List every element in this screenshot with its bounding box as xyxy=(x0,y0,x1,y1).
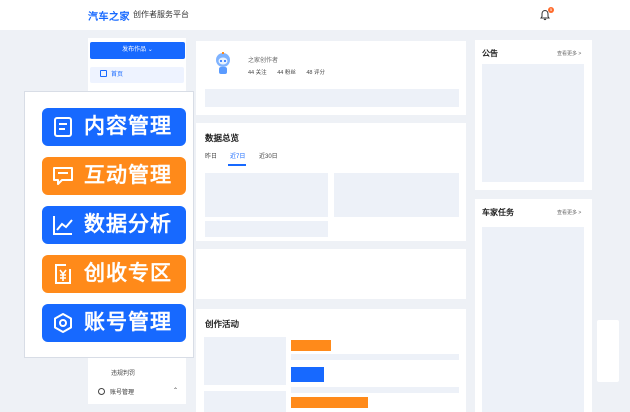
activity-line xyxy=(291,387,459,393)
profile-card: 之家创作者 44 关注 44 粉丝 48 评分 xyxy=(196,41,466,115)
stat-tile[interactable] xyxy=(205,173,328,217)
score-count[interactable]: 48 评分 xyxy=(306,70,325,76)
active-tab-indicator xyxy=(228,164,246,166)
account-icon xyxy=(98,388,105,395)
menu-content-management[interactable]: 内容管理 xyxy=(42,108,186,146)
activity-bar-orange xyxy=(291,397,368,408)
menu-label: 内容管理 xyxy=(84,115,172,138)
menu-interaction-management[interactable]: 互动管理 xyxy=(42,157,186,195)
sidebar-item-violations[interactable]: 违规判罚 xyxy=(111,368,135,377)
avatar[interactable] xyxy=(212,51,234,77)
data-overview-card: 数据总览 昨日 近7日 近30日 xyxy=(196,123,466,241)
menu-label: 创收专区 xyxy=(84,262,172,285)
activity-bar-orange xyxy=(291,340,331,351)
sidebar-item-account[interactable]: 账号管理 ⌃ xyxy=(98,387,178,396)
menu-revenue-zone[interactable]: 创收专区 xyxy=(42,255,186,293)
yuan-icon xyxy=(55,264,71,284)
tab-yesterday[interactable]: 昨日 xyxy=(205,151,217,160)
task-card: 车家任务 查看更多 > xyxy=(475,199,592,412)
sidebar-item-label: 首页 xyxy=(111,72,124,78)
menu-data-analysis[interactable]: 数据分析 xyxy=(42,206,186,244)
sidebar-item-label: 账号管理 xyxy=(110,390,135,396)
chevron-up-icon: ⌃ xyxy=(173,388,179,394)
fans-count[interactable]: 44 粉丝 xyxy=(277,70,296,76)
activity-title: 创作活动 xyxy=(205,319,240,329)
hexagon-settings-icon xyxy=(54,313,72,333)
menu-label: 账号管理 xyxy=(84,311,172,334)
activity-tile[interactable] xyxy=(204,337,286,385)
activity-bar-blue xyxy=(291,367,324,382)
stat-tile[interactable] xyxy=(205,221,328,237)
profile-stats: 44 关注 44 粉丝 48 评分 xyxy=(248,68,334,76)
platform-title: 创作者服务平台 xyxy=(133,10,189,19)
empty-card xyxy=(196,249,466,299)
top-bar: 汽车之家 创作者服务平台 5 xyxy=(0,0,630,30)
notice-title: 公告 xyxy=(482,49,498,58)
menu-label: 数据分析 xyxy=(84,213,172,236)
overview-title: 数据总览 xyxy=(205,133,240,143)
notice-list[interactable] xyxy=(482,64,584,182)
home-icon xyxy=(100,70,107,77)
tab-30days[interactable]: 近30日 xyxy=(259,151,278,160)
follow-count[interactable]: 44 关注 xyxy=(248,70,267,76)
creation-activity-card: 创作活动 xyxy=(196,309,466,412)
menu-account-management[interactable]: 账号管理 xyxy=(42,304,186,342)
floating-toolbar[interactable] xyxy=(597,320,619,382)
notification-badge: 5 xyxy=(548,7,554,13)
menu-label: 互动管理 xyxy=(84,164,172,187)
tab-7days[interactable]: 近7日 xyxy=(230,151,245,160)
activity-tile[interactable] xyxy=(204,391,286,412)
chat-icon xyxy=(53,167,73,185)
publish-button[interactable]: 发布作品 ⌄ xyxy=(90,42,185,59)
task-title: 车家任务 xyxy=(482,208,514,217)
notice-more-link[interactable]: 查看更多 > xyxy=(557,50,581,57)
profile-info-bar xyxy=(205,89,459,107)
task-list[interactable] xyxy=(482,227,584,412)
sidebar-item-home[interactable]: 首页 xyxy=(90,67,184,83)
stat-tile[interactable] xyxy=(334,173,459,217)
brand-logo[interactable]: 汽车之家 xyxy=(88,8,130,23)
author-name: 之家创作者 xyxy=(248,58,279,64)
task-more-link[interactable]: 查看更多 > xyxy=(557,209,581,216)
document-icon xyxy=(54,117,72,137)
notice-card: 公告 查看更多 > xyxy=(475,40,592,190)
line-chart-icon xyxy=(53,216,73,235)
feature-menu-overlay: 内容管理 互动管理 数据分析 创收专区 账号管理 xyxy=(24,91,194,358)
activity-line xyxy=(291,354,459,360)
